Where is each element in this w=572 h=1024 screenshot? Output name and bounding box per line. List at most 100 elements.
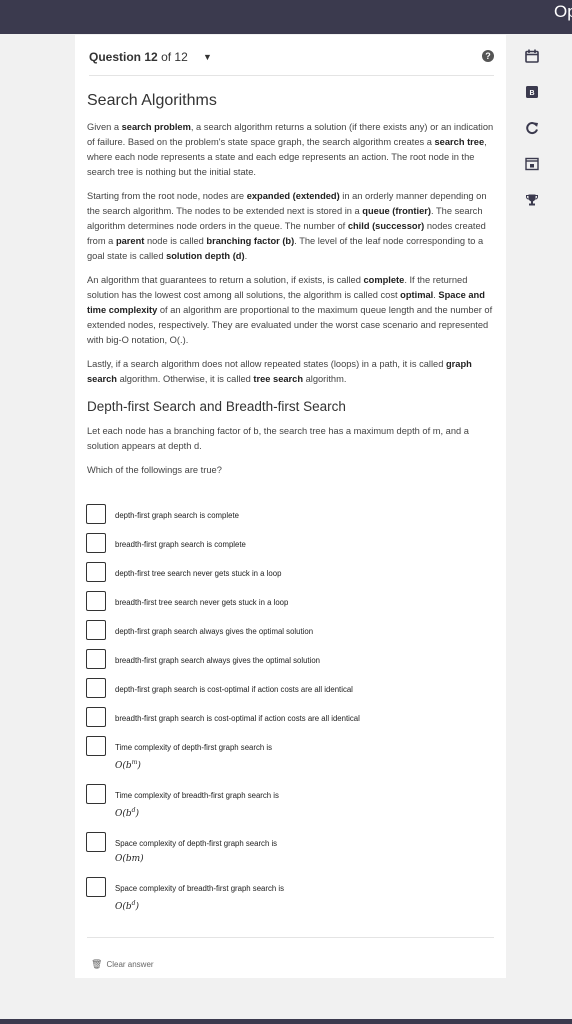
text-run: An algorithm that guarantees to return a…: [87, 275, 364, 285]
question-prompt: Which of the followings are true?: [87, 465, 222, 475]
question-number: 12: [144, 50, 158, 64]
math-base: O(b: [115, 902, 132, 912]
caret-down-icon[interactable]: ▼: [203, 52, 212, 62]
paragraph-5: Let each node has a branching factor of …: [87, 426, 469, 451]
option-label: breadth-first tree search never gets stu…: [115, 591, 288, 609]
option-checkbox[interactable]: [86, 620, 106, 640]
option-text: breadth-first graph search always gives …: [115, 656, 320, 665]
option-math: O(bm): [115, 853, 277, 865]
answer-option[interactable]: depth-first tree search never gets stuck…: [86, 562, 494, 582]
text-run: algorithm.: [303, 374, 347, 384]
text-run: Starting from the root node, nodes are: [87, 191, 247, 201]
option-label: Space complexity of breadth-first graph …: [115, 877, 284, 913]
option-label: breadth-first graph search always gives …: [115, 649, 320, 667]
option-math: O(bd): [115, 898, 284, 913]
divider: [87, 937, 494, 938]
option-math: O(bd): [115, 805, 279, 820]
option-text: depth-first graph search is complete: [115, 511, 239, 520]
bold-term: optimal: [400, 290, 434, 300]
question-content: Search Algorithms Given a search problem…: [87, 92, 495, 487]
bold-term: child (successor): [347, 221, 425, 231]
question-header: Question 12 of 12 ▼ ?: [89, 48, 494, 76]
answer-option[interactable]: depth-first graph search is cost-optimal…: [86, 678, 494, 698]
option-text: depth-first graph search is cost-optimal…: [115, 685, 353, 694]
answer-option[interactable]: Space complexity of breadth-first graph …: [86, 877, 494, 913]
trophy-icon[interactable]: [522, 192, 542, 212]
svg-text:B: B: [529, 90, 534, 97]
bold-term: queue (frontier): [362, 206, 431, 216]
answer-option[interactable]: breadth-first graph search always gives …: [86, 649, 494, 669]
option-checkbox[interactable]: [86, 591, 106, 611]
answer-option[interactable]: Time complexity of depth-first graph sea…: [86, 736, 494, 772]
bold-term: search problem: [121, 122, 191, 132]
brand-text: Op: [554, 2, 572, 21]
question-card: Question 12 of 12 ▼ ? Search Algorithms …: [75, 35, 506, 978]
text-run: algorithm. Otherwise, it is called: [116, 374, 254, 384]
option-math: O(bm): [115, 757, 272, 772]
option-text: Time complexity of depth-first graph sea…: [115, 743, 273, 752]
paragraph-4: Lastly, if a search algorithm does not a…: [87, 357, 495, 387]
option-text: Time complexity of breadth-first graph s…: [115, 791, 279, 800]
option-text: breadth-first graph search is cost-optim…: [115, 714, 360, 723]
math-close: ): [135, 809, 140, 819]
math-close: ): [137, 761, 141, 771]
section-subtitle: Depth-first Search and Breadth-first Sea…: [87, 399, 346, 414]
option-text: Space complexity of depth-first graph se…: [115, 839, 278, 848]
option-checkbox[interactable]: [86, 678, 106, 698]
answer-option[interactable]: breadth-first graph search is complete: [86, 533, 494, 553]
clear-answer-button[interactable]: 🗑 Clear answer: [91, 959, 154, 970]
option-label: breadth-first graph search is complete: [115, 533, 246, 551]
option-text: depth-first tree search never gets stuck…: [115, 569, 282, 578]
lock-window-icon[interactable]: [522, 156, 542, 176]
paragraph-1: Given a search problem, a search algorit…: [87, 120, 495, 180]
calendar-icon[interactable]: [522, 48, 542, 68]
option-checkbox[interactable]: [86, 504, 106, 524]
paragraph-2: Starting from the root node, nodes are e…: [87, 189, 495, 264]
answer-option[interactable]: Time complexity of breadth-first graph s…: [86, 784, 494, 820]
question-label: Question: [89, 50, 142, 64]
option-checkbox[interactable]: [86, 877, 106, 897]
option-label: depth-first graph search always gives th…: [115, 620, 313, 638]
math-base: O(bm): [115, 854, 144, 864]
option-text: breadth-first graph search is complete: [115, 540, 246, 549]
option-checkbox[interactable]: [86, 533, 106, 553]
answer-options: depth-first graph search is complete brea…: [86, 504, 494, 925]
question-selector[interactable]: Question 12 of 12: [89, 50, 188, 64]
top-bar: Op: [0, 0, 572, 34]
answer-option[interactable]: breadth-first tree search never gets stu…: [86, 591, 494, 611]
text-run: .: [244, 251, 248, 261]
option-checkbox[interactable]: [86, 736, 106, 756]
page-title: Search Algorithms: [87, 92, 217, 109]
option-checkbox[interactable]: [86, 832, 106, 852]
option-label: Time complexity of depth-first graph sea…: [115, 736, 272, 772]
answer-option[interactable]: depth-first graph search always gives th…: [86, 620, 494, 640]
option-checkbox[interactable]: [86, 784, 106, 804]
answer-option[interactable]: breadth-first graph search is cost-optim…: [86, 707, 494, 727]
question-total: of 12: [161, 50, 188, 64]
answer-option[interactable]: depth-first graph search is complete: [86, 504, 494, 524]
text-run: Lastly, if a search algorithm does not a…: [87, 359, 446, 369]
bold-term: expanded (extended): [246, 191, 340, 201]
paragraph-3: An algorithm that guarantees to return a…: [87, 273, 495, 348]
bold-term: tree search: [253, 374, 304, 384]
trash-icon: 🗑: [91, 959, 103, 969]
answer-option[interactable]: Space complexity of depth-first graph se…: [86, 832, 494, 865]
bold-term: solution depth (d): [166, 251, 245, 261]
option-text: depth-first graph search always gives th…: [115, 627, 314, 636]
help-icon[interactable]: ?: [482, 50, 494, 62]
refresh-icon[interactable]: [522, 120, 542, 140]
math-base: O(b: [115, 809, 132, 819]
option-label: Time complexity of breadth-first graph s…: [115, 784, 279, 820]
option-label: depth-first tree search never gets stuck…: [115, 562, 281, 580]
bold-term: parent: [115, 236, 145, 246]
option-checkbox[interactable]: [86, 707, 106, 727]
option-checkbox[interactable]: [86, 649, 106, 669]
bookmark-badge-icon[interactable]: B: [522, 84, 542, 104]
text-run: Given a: [87, 122, 122, 132]
option-text: Space complexity of breadth-first graph …: [115, 884, 285, 893]
option-label: breadth-first graph search is cost-optim…: [115, 707, 360, 725]
bold-term: branching factor (b): [206, 236, 295, 246]
bold-term: search tree: [434, 137, 485, 147]
bottom-bar: [0, 1019, 572, 1024]
option-checkbox[interactable]: [86, 562, 106, 582]
